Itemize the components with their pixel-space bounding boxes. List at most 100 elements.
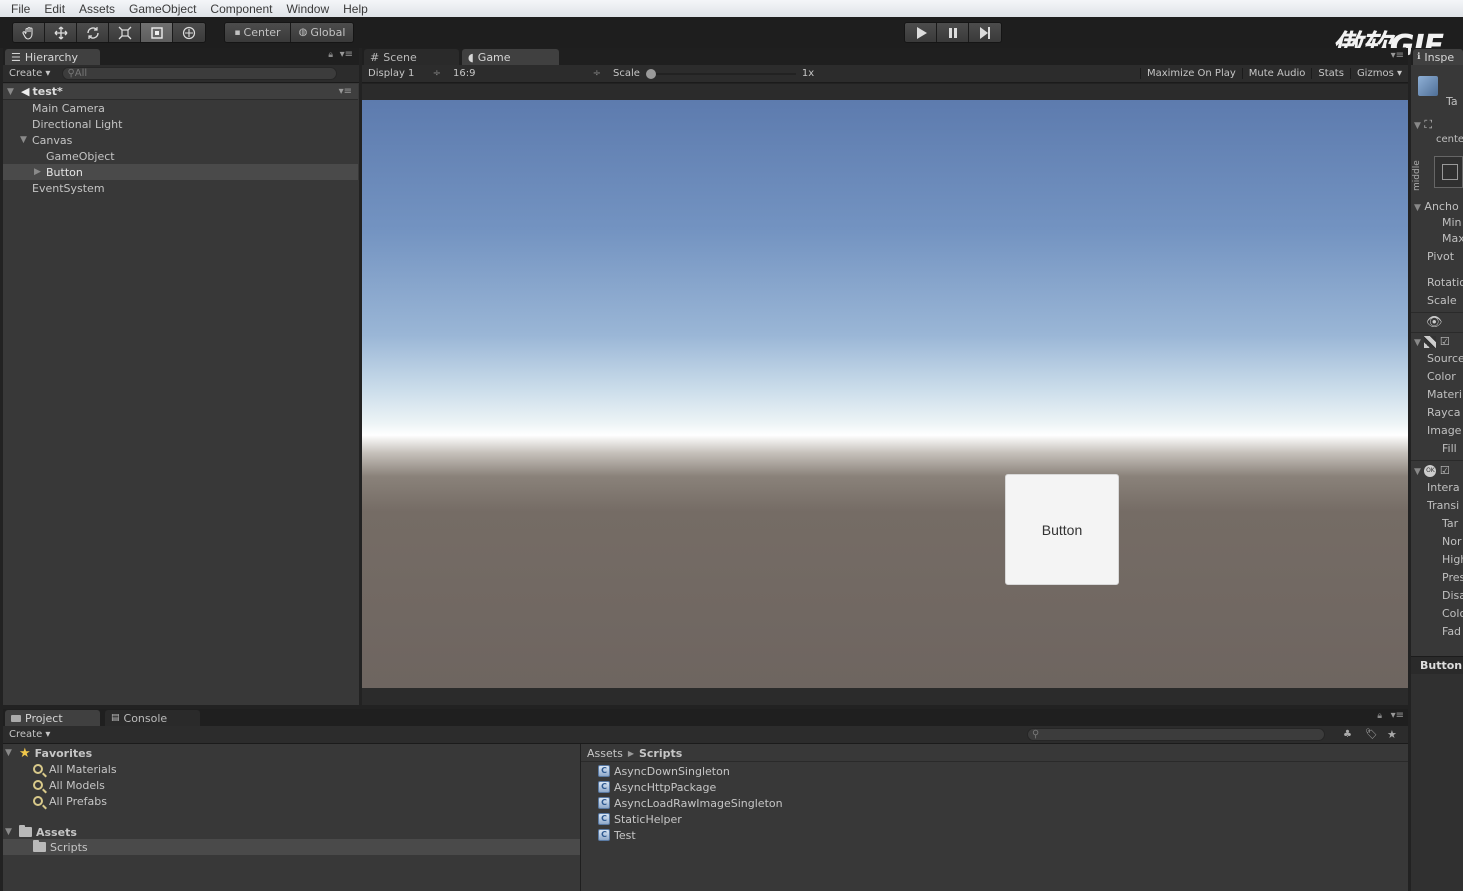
hierarchy-item-canvas[interactable]: ▼ Canvas xyxy=(3,132,358,148)
star-icon: ★ xyxy=(19,745,31,761)
favorites-header[interactable]: ▼ ★ Favorites xyxy=(5,745,92,761)
maximize-on-play-toggle[interactable]: Maximize On Play xyxy=(1139,68,1242,79)
file-item[interactable]: C StaticHelper xyxy=(598,811,682,827)
hierarchy-search-input[interactable]: ⚲ All xyxy=(62,67,338,80)
inspector-anchors-row[interactable]: ▼ Ancho xyxy=(1414,200,1463,216)
inspector-source-row: Source xyxy=(1427,352,1463,365)
tab-project[interactable]: Project xyxy=(5,710,100,726)
hierarchy-item-gameobject[interactable]: GameObject xyxy=(3,148,358,164)
game-ui-button[interactable]: Button xyxy=(1005,474,1119,585)
panel-menu-icon[interactable]: ▾≡ xyxy=(1391,50,1404,61)
hierarchy-item-label: Canvas xyxy=(32,133,73,147)
mute-audio-toggle[interactable]: Mute Audio xyxy=(1241,68,1312,79)
move-tool-icon[interactable] xyxy=(45,23,77,42)
file-item[interactable]: C AsyncLoadRawImageSingleton xyxy=(598,795,783,811)
pivot-center-button[interactable]: ▪︎ Center xyxy=(225,23,291,42)
image-component-header[interactable]: ▼ ☑ xyxy=(1414,335,1463,351)
inspector-tag-label: Ta xyxy=(1446,95,1458,108)
lock-icon[interactable]: 🔒︎ xyxy=(1377,711,1382,721)
assets-label: Assets xyxy=(36,825,77,839)
tab-scene[interactable]: # Scene xyxy=(364,49,459,65)
filter-label-icon[interactable]: 🏷︎ xyxy=(1365,729,1378,740)
list-icon: ☰ xyxy=(11,50,21,64)
checkbox-icon[interactable]: ☑ xyxy=(1440,464,1450,477)
tab-inspector[interactable]: ℹ Inspe xyxy=(1413,49,1463,65)
play-button-icon[interactable] xyxy=(905,23,937,42)
search-icon xyxy=(33,796,43,806)
pivot-center-icon: ▪︎ xyxy=(234,27,241,38)
breadcrumb-root[interactable]: Assets xyxy=(587,747,623,760)
hierarchy-item-eventsystem[interactable]: EventSystem xyxy=(3,180,358,196)
expand-triangle-icon[interactable]: ▼ xyxy=(5,827,15,837)
file-item[interactable]: C AsyncDownSingleton xyxy=(598,763,730,779)
tab-console[interactable]: ▤ Console xyxy=(105,710,200,726)
project-file-list: Assets ▶ Scripts C AsyncDownSingleton C As… xyxy=(581,744,1408,891)
scale-tool-icon[interactable] xyxy=(109,23,141,42)
hierarchy-create-dropdown[interactable]: Create ▾ xyxy=(3,68,56,79)
file-item[interactable]: C AsyncHttpPackage xyxy=(598,779,716,795)
folder-icon xyxy=(19,825,32,837)
slider-thumb[interactable] xyxy=(645,68,656,79)
folder-scripts[interactable]: Scripts xyxy=(3,839,580,855)
menu-help[interactable]: Help xyxy=(336,2,375,16)
step-button-icon[interactable] xyxy=(969,23,1001,42)
menu-component[interactable]: Component xyxy=(203,2,279,16)
favorite-all-models[interactable]: All Models xyxy=(33,777,105,793)
menu-edit[interactable]: Edit xyxy=(37,2,72,16)
favorite-all-prefabs[interactable]: All Prefabs xyxy=(33,793,107,809)
scale-slider[interactable] xyxy=(645,68,796,79)
search-icon xyxy=(33,764,43,774)
checkbox-icon[interactable]: ☑ xyxy=(1440,335,1450,348)
pacman-icon: ◖ xyxy=(468,50,474,64)
file-item[interactable]: C Test xyxy=(598,827,636,843)
expand-triangle-icon[interactable]: ▼ xyxy=(5,748,15,758)
stats-toggle[interactable]: Stats xyxy=(1311,68,1350,79)
eye-icon[interactable]: 👁︎ xyxy=(1426,315,1463,331)
display-dropdown[interactable]: Display 1 ÷ xyxy=(362,68,447,79)
scene-options-icon[interactable]: ▾≡ xyxy=(339,86,352,97)
pause-button-icon[interactable] xyxy=(937,23,969,42)
menu-gameobject[interactable]: GameObject xyxy=(122,2,203,16)
file-label: StaticHelper xyxy=(614,812,682,826)
aspect-dropdown[interactable]: 16:9 ÷ xyxy=(447,68,607,79)
transform-combo-tool-icon[interactable] xyxy=(173,23,205,42)
main-toolbar: ▪︎ Center ◍ Global 傲软GIF xyxy=(0,17,1463,64)
filter-type-icon[interactable]: ♣ xyxy=(1343,729,1352,740)
scene-header-row[interactable]: ▼ ◀︎ test* ▾≡ xyxy=(3,84,358,100)
panel-menu-icon[interactable]: ▾≡ xyxy=(340,49,353,60)
hand-tool-icon[interactable] xyxy=(13,23,45,42)
breadcrumb-current[interactable]: Scripts xyxy=(639,747,682,760)
button-component-header[interactable]: ▼ OK ☑ xyxy=(1414,464,1463,480)
console-icon: ▤ xyxy=(111,713,120,723)
inspector-scale-row: Scale xyxy=(1427,294,1457,307)
game-viewport[interactable] xyxy=(362,100,1408,688)
pivot-global-button[interactable]: ◍ Global xyxy=(291,23,353,42)
csharp-script-icon: C xyxy=(598,781,610,793)
menu-file[interactable]: File xyxy=(4,2,37,16)
rect-tool-icon[interactable] xyxy=(141,23,173,42)
hierarchy-item-label: Directional Light xyxy=(32,117,123,131)
expand-triangle-icon[interactable]: ▼ xyxy=(7,87,17,97)
rotate-tool-icon[interactable] xyxy=(77,23,109,42)
assets-header[interactable]: ▼ Assets xyxy=(5,824,77,840)
project-create-dropdown[interactable]: Create ▾ xyxy=(3,729,56,740)
hierarchy-item-directional-light[interactable]: Directional Light xyxy=(3,116,358,132)
tab-game[interactable]: ◖ Game xyxy=(462,49,559,65)
gizmos-dropdown[interactable]: Gizmos ▾ xyxy=(1349,68,1408,79)
hierarchy-item-main-camera[interactable]: Main Camera xyxy=(3,100,358,116)
anchor-presets-button[interactable] xyxy=(1434,156,1463,188)
collapse-triangle-icon[interactable]: ▶ xyxy=(34,167,44,177)
menu-assets[interactable]: Assets xyxy=(72,2,122,16)
project-search-input[interactable]: ⚲ xyxy=(1027,728,1325,741)
inspector-target-row: Tar xyxy=(1442,517,1459,530)
hierarchy-item-button[interactable]: ▶ Button xyxy=(3,164,358,180)
rect-transform-header[interactable]: ▼ ⛶ xyxy=(1414,118,1463,134)
lock-icon[interactable]: 🔒︎ xyxy=(328,50,333,60)
hierarchy-tabstrip: ☰ Hierarchy 🔒︎ ▾≡ xyxy=(3,48,359,65)
tab-hierarchy[interactable]: ☰ Hierarchy xyxy=(5,49,100,65)
favorite-star-icon[interactable]: ★ xyxy=(1387,728,1397,741)
menu-window[interactable]: Window xyxy=(279,2,336,16)
panel-menu-icon[interactable]: ▾≡ xyxy=(1391,710,1404,721)
favorite-all-materials[interactable]: All Materials xyxy=(33,761,117,777)
expand-triangle-icon[interactable]: ▼ xyxy=(20,135,30,145)
